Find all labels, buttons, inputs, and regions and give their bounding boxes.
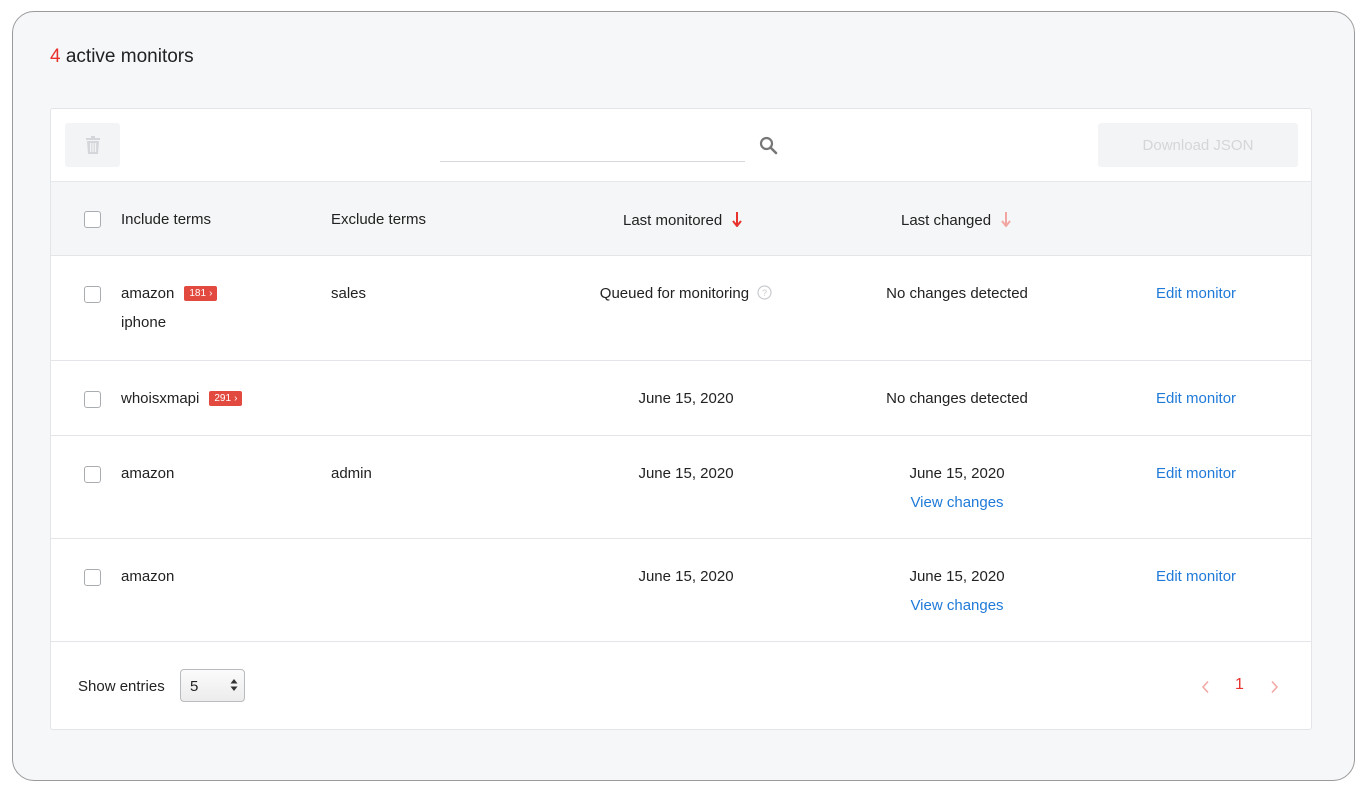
entries-select[interactable]: 5 xyxy=(180,669,245,702)
last-monitored: Queued for monitoring ? xyxy=(571,285,801,302)
column-last-changed-label: Last changed xyxy=(901,212,992,229)
select-all-checkbox[interactable] xyxy=(84,211,101,228)
edit-monitor-link[interactable]: Edit monitor xyxy=(1156,568,1236,585)
entries-select-value: 5 xyxy=(190,678,199,695)
search-icon[interactable] xyxy=(759,136,778,155)
include-term: iphone xyxy=(121,314,167,331)
trash-icon xyxy=(85,136,100,154)
table-toolbar: Download JSON xyxy=(51,109,1311,182)
row-checkbox[interactable] xyxy=(84,569,101,586)
include-terms: amazon 181 › iphone xyxy=(121,285,218,331)
last-changed-value: June 15, 2020 xyxy=(909,465,1005,482)
edit-monitor-link[interactable]: Edit monitor xyxy=(1156,465,1236,482)
select-arrows-icon xyxy=(230,679,238,691)
include-term: whoisxmapi xyxy=(121,390,200,407)
search-field xyxy=(440,131,745,162)
search-input[interactable] xyxy=(440,131,745,161)
column-exclude-terms: Exclude terms xyxy=(331,211,427,228)
edit-monitor-link[interactable]: Edit monitor xyxy=(1156,390,1236,407)
table-header: Include terms Exclude terms Last monitor… xyxy=(51,182,1311,256)
page-title: 4 active monitors xyxy=(50,46,194,68)
last-changed: June 15, 2020 View changes xyxy=(851,465,1063,511)
row-checkbox[interactable] xyxy=(84,466,101,483)
exclude-terms: sales xyxy=(331,285,367,302)
table-row: whoisxmapi 291 › June 15, 2020 No changes … xyxy=(51,361,1311,436)
last-monitored-value: Queued for monitoring xyxy=(599,285,750,302)
include-term: amazon xyxy=(121,568,175,585)
include-terms: whoisxmapi 291 › xyxy=(121,390,243,407)
results-badge[interactable]: 181 › xyxy=(184,286,218,301)
badge-count: 181 xyxy=(189,288,207,299)
table-row: amazon June 15, 2020 June 15, 2020 View … xyxy=(51,539,1311,642)
include-term: amazon xyxy=(121,465,175,482)
row-checkbox[interactable] xyxy=(84,286,101,303)
chevron-right-icon: › xyxy=(209,288,213,299)
column-last-changed[interactable]: Last changed xyxy=(901,211,1012,229)
monitors-panel: 4 active monitors Download JSON Include … xyxy=(12,11,1355,781)
column-last-monitored-label: Last monitored xyxy=(623,212,723,229)
view-changes-link[interactable]: View changes xyxy=(851,597,1063,614)
show-entries-label: Show entries xyxy=(78,678,165,695)
page-number-current[interactable]: 1 xyxy=(1235,676,1244,694)
last-changed: No changes detected xyxy=(886,285,1028,302)
column-last-monitored[interactable]: Last monitored xyxy=(623,211,743,229)
last-monitored: June 15, 2020 xyxy=(638,390,734,407)
table-row: amazon admin June 15, 2020 June 15, 2020… xyxy=(51,436,1311,539)
view-changes-link[interactable]: View changes xyxy=(851,494,1063,511)
table-row: amazon 181 › iphone sales Queued for monit… xyxy=(51,256,1311,361)
last-monitored: June 15, 2020 xyxy=(638,568,734,585)
sort-arrow-down-icon[interactable] xyxy=(1001,211,1012,228)
edit-monitor-link[interactable]: Edit monitor xyxy=(1156,285,1236,302)
chevron-right-icon: › xyxy=(234,393,238,404)
next-page-icon[interactable] xyxy=(1270,680,1279,694)
include-term: amazon xyxy=(121,285,175,302)
badge-count: 291 xyxy=(214,393,232,404)
question-circle-icon[interactable]: ? xyxy=(757,285,772,300)
last-changed: No changes detected xyxy=(886,390,1028,407)
svg-text:?: ? xyxy=(762,288,767,298)
sort-arrow-down-icon[interactable] xyxy=(732,211,743,228)
active-monitor-count: 4 xyxy=(50,46,61,67)
row-checkbox[interactable] xyxy=(84,391,101,408)
monitors-table-card: Download JSON Include terms Exclude term… xyxy=(50,108,1312,730)
last-changed: June 15, 2020 View changes xyxy=(851,568,1063,614)
last-monitored: June 15, 2020 xyxy=(638,465,734,482)
last-changed-value: June 15, 2020 xyxy=(909,568,1005,585)
active-monitor-label: active monitors xyxy=(60,46,194,67)
results-badge[interactable]: 291 › xyxy=(209,391,243,406)
delete-button[interactable] xyxy=(65,123,120,167)
exclude-terms: admin xyxy=(331,465,372,482)
prev-page-icon[interactable] xyxy=(1201,680,1210,694)
column-include-terms: Include terms xyxy=(121,211,212,228)
download-json-button[interactable]: Download JSON xyxy=(1098,123,1298,167)
